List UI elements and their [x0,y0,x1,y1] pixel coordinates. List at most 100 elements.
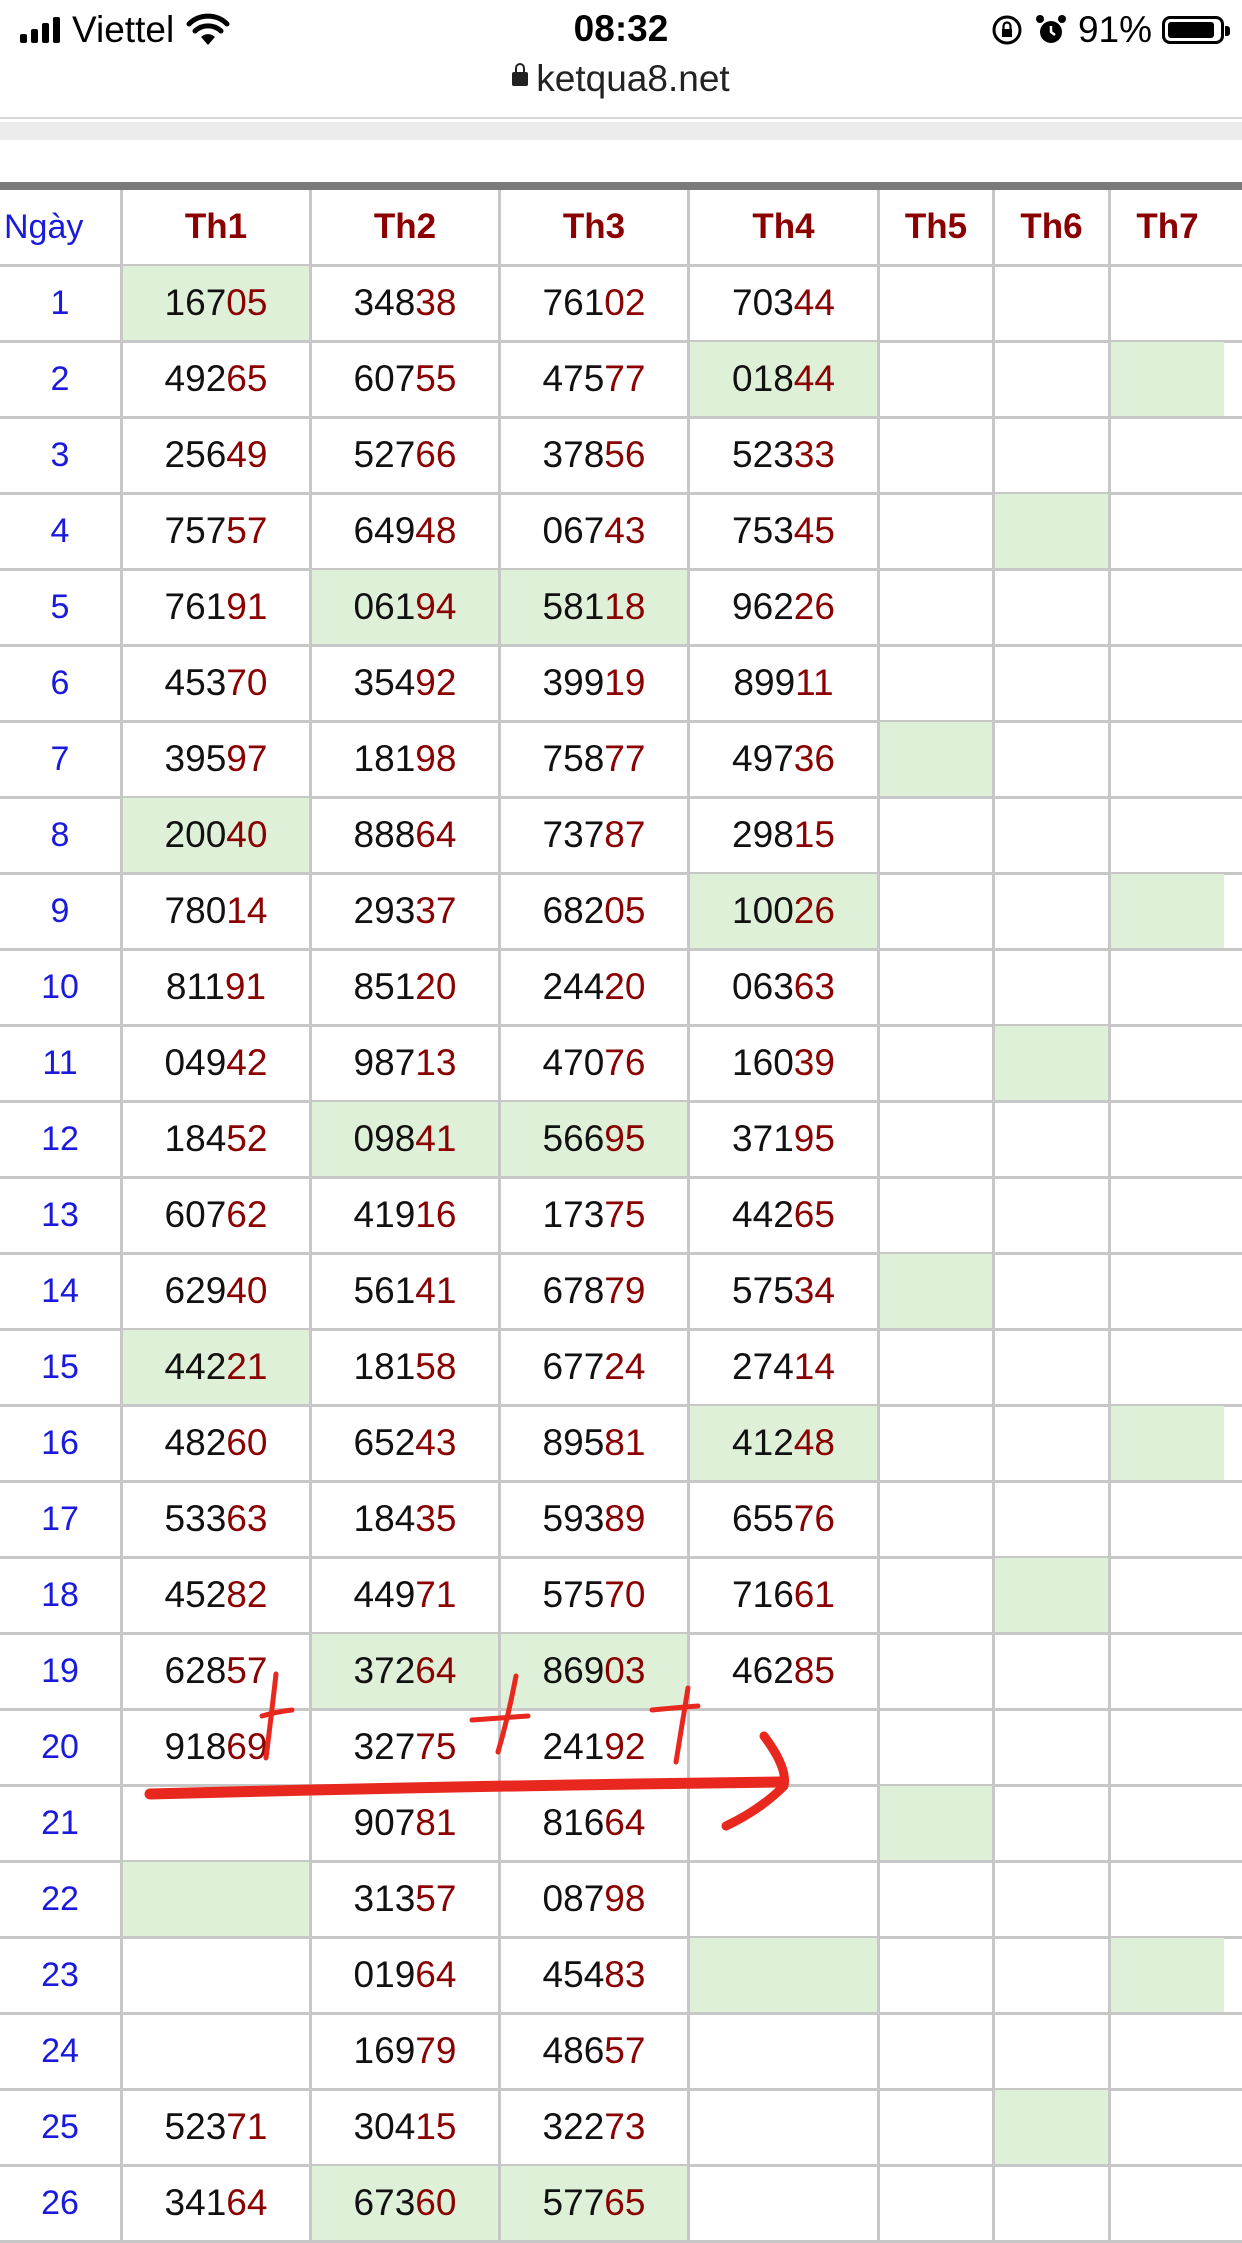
result-prefix: 533 [164,1498,227,1539]
result-cell: 761 91 [120,570,309,644]
result-last-two: 56 [604,434,646,475]
day-number: 14 [41,1271,79,1310]
table-row: 4 757 57 649 48 067 43 753 45 [0,494,1242,571]
result-cell [1108,342,1224,416]
result-prefix: 811 [165,966,225,1007]
day-number: 17 [41,1499,79,1538]
day-number: 16 [41,1423,79,1462]
result-prefix: 716 [732,1574,794,1615]
result-cell: 703 44 [687,266,877,340]
result-cell: 184 35 [309,1482,498,1556]
result-prefix: 497 [732,738,794,779]
result-cell: 918 69 [120,1710,309,1784]
result-cell: 173 75 [498,1178,687,1252]
result-prefix: 399 [542,662,605,703]
result-prefix: 061 [353,586,416,627]
result-last-two: 75 [415,1726,457,1767]
result-cell [992,1406,1108,1480]
result-last-two: 91 [224,966,267,1007]
result-cell [1108,1862,1224,1936]
result-prefix: 753 [732,510,794,551]
result-prefix: 918 [164,1726,227,1767]
result-last-two: 36 [793,738,835,779]
result-cell: 200 40 [120,798,309,872]
result-cell: 341 64 [120,2166,309,2240]
result-cell: 649 48 [309,494,498,568]
result-last-two: 18 [604,586,646,627]
result-prefix: 462 [732,1650,794,1691]
result-cell: 523 71 [120,2090,309,2164]
result-last-two: 13 [415,1042,457,1083]
result-prefix: 419 [353,1194,416,1235]
day-number: 1 [50,283,70,322]
result-last-two: 33 [793,434,835,475]
result-last-two: 35 [415,1498,457,1539]
address-bar[interactable]: ketqua8.net [0,58,1242,100]
result-prefix: 304 [353,2106,416,2147]
result-cell: 761 02 [498,266,687,340]
result-prefix: 348 [353,282,416,323]
result-cell: 181 58 [309,1330,498,1404]
result-cell [992,266,1108,340]
result-last-two: 94 [415,586,457,627]
result-last-two: 60 [226,1422,268,1463]
result-cell [1108,1710,1224,1784]
result-cell [1108,1786,1224,1860]
result-cell [992,1178,1108,1252]
result-prefix: 169 [353,2030,416,2071]
result-cell: 470 76 [498,1026,687,1100]
result-cell [877,1482,992,1556]
result-last-two: 75 [604,1194,646,1235]
result-cell: 160 39 [687,1026,877,1100]
result-prefix: 049 [164,1042,227,1083]
result-cell [877,874,992,948]
result-cell [120,1786,309,1860]
table-row: 8 200 40 888 64 737 87 298 15 [0,798,1242,875]
result-prefix: 372 [353,1650,416,1691]
result-last-two: 95 [604,1118,646,1159]
table-row: 13 607 62 419 16 173 75 442 65 [0,1178,1242,1255]
result-cell: 354 92 [309,646,498,720]
result-prefix: 851 [353,966,416,1007]
result-cell: 561 41 [309,1254,498,1328]
result-last-two: 81 [415,1802,457,1843]
result-prefix: 758 [542,738,605,779]
result-last-two: 63 [226,1498,268,1539]
result-prefix: 313 [353,1878,416,1919]
result-cell: 527 66 [309,418,498,492]
result-prefix: 523 [164,2106,227,2147]
result-cell [1108,950,1224,1024]
result-cell: 063 63 [687,950,877,1024]
result-cell: 607 55 [309,342,498,416]
status-right: 91% [990,8,1230,52]
result-cell [1108,1482,1224,1556]
day-number: 22 [41,1879,79,1918]
result-cell [992,494,1108,568]
result-cell [687,2166,877,2240]
result-last-two: 64 [415,1650,457,1691]
result-last-two: 89 [604,1498,646,1539]
result-cell: 737 87 [498,798,687,872]
result-last-two: 45 [793,510,835,551]
table-row: 3 256 49 527 66 378 56 523 33 [0,418,1242,495]
result-cell [120,2014,309,2088]
result-last-two: 79 [415,2030,457,2071]
day-number: 15 [41,1347,79,1386]
result-prefix: 181 [353,738,416,779]
result-prefix: 575 [542,1574,605,1615]
result-cell: 419 16 [309,1178,498,1252]
lock-icon [512,63,529,87]
result-cell [877,1786,992,1860]
result-cell [877,1254,992,1328]
result-cell: 758 77 [498,722,687,796]
result-prefix: 649 [353,510,416,551]
result-prefix: 607 [353,358,416,399]
result-last-two: 05 [226,282,268,323]
result-prefix: 087 [542,1878,605,1919]
result-cell [877,1938,992,2012]
result-cell: 372 64 [309,1634,498,1708]
result-last-two: 91 [226,586,268,627]
result-prefix: 067 [542,510,605,551]
result-cell: 462 85 [687,1634,877,1708]
result-cell [1108,2090,1224,2164]
